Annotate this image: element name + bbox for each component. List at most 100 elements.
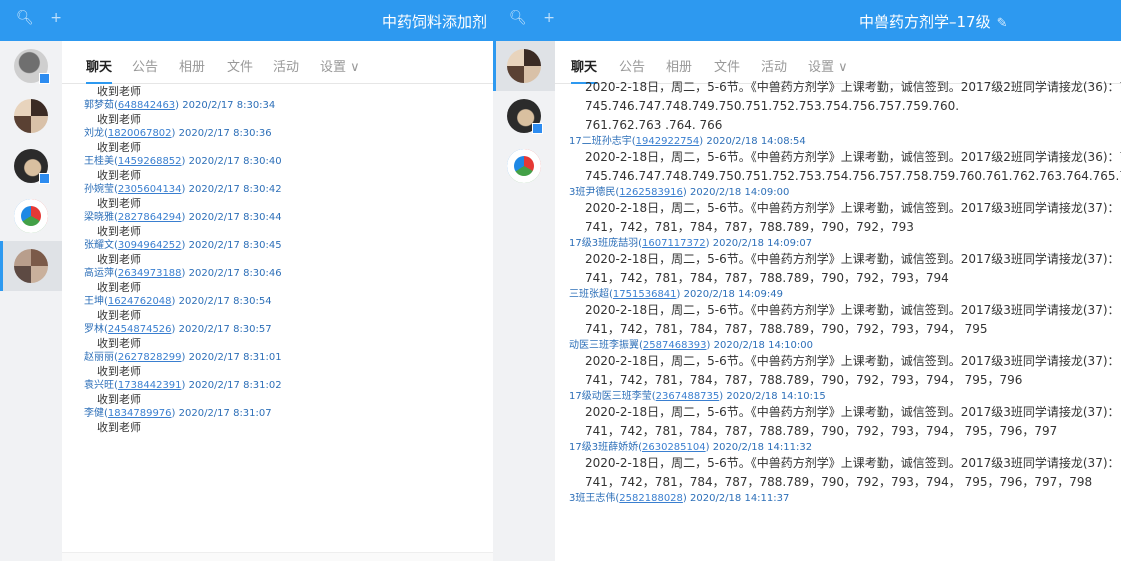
message-time: 2020/2/17 8:30:57: [178, 324, 272, 335]
sender-name[interactable]: 罗林: [84, 324, 104, 335]
list-item: 张耀文(3094964252) 2020/2/17 8:30:45 收到老师: [62, 239, 493, 267]
group-entry[interactable]: [0, 191, 62, 241]
tab-activity[interactable]: 活动: [273, 56, 299, 75]
sender-name[interactable]: 袁兴旺: [84, 380, 114, 391]
sender-qq-link[interactable]: 2587468393: [643, 340, 707, 351]
message-text: 收到老师: [97, 281, 141, 294]
list-item: 2020-2-18日，周二，5-6节。《中兽药方剂学》上课考勤，诚信签到。201…: [555, 78, 1121, 135]
sender-qq-link[interactable]: 2634973188: [118, 268, 182, 279]
tab-album[interactable]: 相册: [666, 56, 692, 75]
group-entry[interactable]: [0, 141, 62, 191]
message-text: 741，742，781，784，787，788.789，790，792，793，…: [585, 322, 988, 336]
sender-name[interactable]: 孙婉莹: [84, 184, 114, 195]
group-entry[interactable]: [0, 91, 62, 141]
group-entry-active[interactable]: [493, 41, 555, 91]
tab-settings[interactable]: 设置 ∨: [808, 56, 848, 75]
group-entry[interactable]: [493, 91, 555, 141]
message-list[interactable]: 2020-2-18日，周二，5-6节。《中兽药方剂学》上课考勤，诚信签到。201…: [555, 78, 1121, 561]
sender-qq-link[interactable]: 1459268852: [118, 156, 182, 167]
sender-name[interactable]: 刘龙: [84, 128, 104, 139]
tab-files[interactable]: 文件: [227, 56, 253, 75]
message-meta: 王桂美(1459268852) 2020/2/17 8:30:40: [84, 156, 282, 167]
sender-qq-link[interactable]: 2454874526: [108, 324, 172, 335]
group-title: 中兽药方剂学–17级 ✎: [859, 11, 1008, 32]
message-meta: 孙婉莹(2305604134) 2020/2/17 8:30:42: [84, 184, 282, 195]
add-icon[interactable]: +: [50, 10, 68, 26]
list-item: 收到老师: [62, 84, 493, 99]
sender-name[interactable]: 高运萍: [84, 268, 114, 279]
list-item: 三班张超(1751536841) 2020/2/18 14:09:49 2020…: [555, 288, 1121, 339]
message-text: 收到老师: [97, 197, 141, 210]
input-area-edge: [62, 552, 493, 561]
sender-qq-link[interactable]: 1751536841: [613, 289, 677, 300]
tab-activity[interactable]: 活动: [761, 56, 787, 75]
sender-name[interactable]: 17二班孙志宇: [569, 136, 632, 147]
pencil-icon[interactable]: ✎: [997, 16, 1008, 31]
user-avatar: [507, 49, 541, 83]
message-text: 741，742，781，784，787，788.789，790，792，793，…: [585, 424, 1058, 438]
tab-files[interactable]: 文件: [714, 56, 740, 75]
sender-qq-link[interactable]: 2305604134: [118, 184, 182, 195]
list-item: 3班王志伟(2582188028) 2020/2/18 14:11:37: [555, 492, 1121, 505]
sender-qq-link[interactable]: 1834789976: [108, 408, 172, 419]
message-text: 收到老师: [97, 225, 141, 238]
message-time: 2020/2/18 14:11:37: [690, 493, 790, 504]
search-icon[interactable]: 🔍︎: [16, 10, 40, 26]
sender-name[interactable]: 三班张超: [569, 289, 609, 300]
user-avatar: [14, 149, 50, 184]
sender-qq-link[interactable]: 2627828299: [118, 352, 182, 363]
sender-qq-link[interactable]: 1262583916: [619, 187, 683, 198]
sender-qq-link[interactable]: 1738442391: [118, 380, 182, 391]
message-meta: 三班张超(1751536841) 2020/2/18 14:09:49: [569, 289, 783, 300]
sender-name[interactable]: 郭梦茹: [84, 100, 114, 111]
sender-name[interactable]: 17级动医三班李莹: [569, 391, 652, 402]
sender-qq-link[interactable]: 2367488735: [656, 391, 720, 402]
list-item: 袁兴旺(1738442391) 2020/2/17 8:31:02 收到老师: [62, 379, 493, 407]
sender-name[interactable]: 梁晓雅: [84, 212, 114, 223]
sender-name[interactable]: 王桂美: [84, 156, 114, 167]
sender-name[interactable]: 17级3班薛娇娇: [569, 442, 638, 453]
sender-qq-link[interactable]: 1607117372: [642, 238, 706, 249]
sender-name[interactable]: 3班王志伟: [569, 493, 615, 504]
tab-settings[interactable]: 设置 ∨: [320, 56, 360, 75]
group-entry[interactable]: [493, 141, 555, 191]
group-title-text: 中药饲料添加剂: [382, 13, 488, 31]
sender-qq-link[interactable]: 2827864294: [118, 212, 182, 223]
sender-qq-link[interactable]: 2630285104: [642, 442, 706, 453]
message-time: 2020/2/18 14:09:07: [712, 238, 813, 249]
sender-name[interactable]: 3班尹德民: [569, 187, 615, 198]
add-icon[interactable]: +: [543, 10, 561, 26]
tab-album[interactable]: 相册: [179, 56, 205, 75]
sender-qq-link[interactable]: 1624762048: [108, 296, 172, 307]
tab-chat[interactable]: 聊天: [86, 56, 113, 84]
title-bar: 🔍︎ + 中兽药方剂学–17级 ✎: [493, 0, 1121, 41]
message-text: 741，742，781，784，787，788.789，790，792，793: [585, 220, 914, 234]
sender-qq-link[interactable]: 648842463: [118, 100, 175, 111]
status-badge-icon: [39, 173, 50, 184]
sender-name[interactable]: 赵丽丽: [84, 352, 114, 363]
message-list[interactable]: 收到老师 郭梦茹(648842463) 2020/2/17 8:30:34 收到…: [62, 84, 493, 561]
message-meta: 高运萍(2634973188) 2020/2/17 8:30:46: [84, 268, 282, 279]
tab-chat[interactable]: 聊天: [571, 56, 598, 84]
tab-announcement[interactable]: 公告: [132, 56, 158, 75]
message-text: 2020-2-18日，周二，5-6节。《中兽药方剂学》上课考勤，诚信签到。201…: [585, 456, 1120, 470]
message-meta: 17级3班薛娇娇(2630285104) 2020/2/18 14:11:32: [569, 442, 813, 453]
sender-qq-link[interactable]: 1820067802: [108, 128, 172, 139]
sender-name[interactable]: 张耀文: [84, 240, 114, 251]
group-entry-active[interactable]: [0, 241, 62, 291]
sender-qq-link[interactable]: 1942922754: [636, 136, 700, 147]
sender-name[interactable]: 李健: [84, 408, 104, 419]
sender-qq-link[interactable]: 3094964252: [118, 240, 182, 251]
sender-name[interactable]: 王坤: [84, 296, 104, 307]
group-title-text: 中兽药方剂学–17级: [859, 13, 991, 31]
tab-announcement[interactable]: 公告: [619, 56, 645, 75]
sender-qq-link[interactable]: 2582188028: [619, 493, 683, 504]
message-text: 2020-2-18日，周二，5-6节。《中兽药方剂学》上课考勤，诚信签到。201…: [585, 80, 1121, 94]
bell-icon: [14, 199, 48, 233]
message-text: 收到老师: [97, 421, 141, 434]
sender-name[interactable]: 17级3班庞喆羽: [569, 238, 638, 249]
search-icon[interactable]: 🔍︎: [509, 10, 533, 26]
group-entry[interactable]: [0, 41, 62, 91]
message-text: 741，742，781，784，787，788.789，790，792，793，…: [585, 271, 949, 285]
sender-name[interactable]: 动医三班李振翼: [569, 340, 639, 351]
